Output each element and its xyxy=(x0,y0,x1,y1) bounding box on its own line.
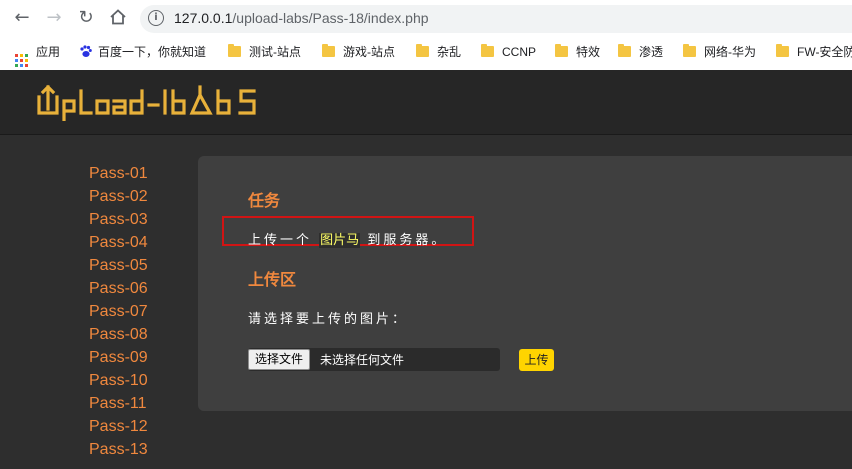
bookmark-folder[interactable]: FW-安全防 xyxy=(776,43,852,61)
bookmark-folder[interactable]: 特效 xyxy=(555,43,600,61)
upload-labs-logo xyxy=(37,84,256,123)
upload-button[interactable]: 上传 xyxy=(519,349,554,371)
folder-icon xyxy=(322,44,335,57)
pass-sidebar: Pass-01 Pass-02 Pass-03 Pass-04 Pass-05 … xyxy=(89,162,148,461)
choose-file-button[interactable]: 选择文件 xyxy=(248,349,311,370)
folder-icon xyxy=(416,44,429,57)
site-header xyxy=(0,70,852,135)
bookmark-folder[interactable]: 渗透 xyxy=(618,43,663,61)
bookmark-apps[interactable]: 应用 xyxy=(15,43,60,67)
sidebar-item-pass-07[interactable]: Pass-07 xyxy=(89,300,148,323)
upload-prompt: 请选择要上传的图片： xyxy=(248,312,409,327)
folder-icon xyxy=(776,44,789,57)
bookmark-folder[interactable]: 测试-站点 xyxy=(228,43,301,61)
main-panel: 任务 上传一个 图片马 到服务器。 上传区 请选择要上传的图片： 选择文件 未选… xyxy=(198,156,852,411)
sidebar-item-pass-11[interactable]: Pass-11 xyxy=(89,392,148,415)
bookmarks-bar: 应用 百度一下，你就知道 测试-站点 游戏-站点 杂乱 CCNP 特效 渗透 网… xyxy=(0,38,852,67)
sidebar-item-pass-03[interactable]: Pass-03 xyxy=(89,208,148,231)
forward-arrow-icon[interactable]: → xyxy=(44,8,64,28)
file-input[interactable]: 选择文件 未选择任何文件 xyxy=(248,348,500,371)
task-description: 上传一个 图片马 到服务器。 xyxy=(248,233,448,248)
address-bar[interactable]: i 127.0.0.1/upload-labs/Pass-18/index.ph… xyxy=(140,5,852,33)
no-file-label: 未选择任何文件 xyxy=(320,353,405,367)
sidebar-item-pass-09[interactable]: Pass-09 xyxy=(89,346,148,369)
sidebar-item-pass-06[interactable]: Pass-06 xyxy=(89,277,148,300)
sidebar-item-pass-13[interactable]: Pass-13 xyxy=(89,438,148,461)
browser-chrome: ← → ↻ i 127.0.0.1/upload-labs/Pass-18/in… xyxy=(0,0,852,70)
task-keyword: 图片马 xyxy=(319,233,361,248)
url-text[interactable]: 127.0.0.1/upload-labs/Pass-18/index.php xyxy=(174,10,429,26)
sidebar-item-pass-01[interactable]: Pass-01 xyxy=(89,162,148,185)
folder-icon xyxy=(481,44,494,57)
sidebar-item-pass-05[interactable]: Pass-05 xyxy=(89,254,148,277)
site-info-icon[interactable]: i xyxy=(148,10,164,26)
bookmark-folder[interactable]: 游戏-站点 xyxy=(322,43,395,61)
back-arrow-icon[interactable]: ← xyxy=(12,8,32,28)
task-heading: 任务 xyxy=(248,191,281,210)
sidebar-item-pass-02[interactable]: Pass-02 xyxy=(89,185,148,208)
site-logo[interactable] xyxy=(36,83,266,125)
folder-icon xyxy=(228,44,241,57)
sidebar-item-pass-04[interactable]: Pass-04 xyxy=(89,231,148,254)
apps-grid-icon xyxy=(15,54,28,67)
folder-icon xyxy=(555,44,568,57)
bookmark-folder[interactable]: CCNP xyxy=(481,43,536,61)
upload-heading: 上传区 xyxy=(248,270,297,289)
folder-icon xyxy=(683,44,696,57)
bookmark-baidu[interactable]: 百度一下，你就知道 xyxy=(79,43,206,61)
sidebar-item-pass-10[interactable]: Pass-10 xyxy=(89,369,148,392)
reload-icon[interactable]: ↻ xyxy=(76,8,96,28)
bookmark-folder[interactable]: 网络-华为 xyxy=(683,43,756,61)
bookmark-folder[interactable]: 杂乱 xyxy=(416,43,461,61)
folder-icon xyxy=(618,44,631,57)
sidebar-item-pass-08[interactable]: Pass-08 xyxy=(89,323,148,346)
home-icon[interactable] xyxy=(108,8,128,28)
sidebar-item-pass-12[interactable]: Pass-12 xyxy=(89,415,148,438)
baidu-paw-icon xyxy=(80,45,92,57)
